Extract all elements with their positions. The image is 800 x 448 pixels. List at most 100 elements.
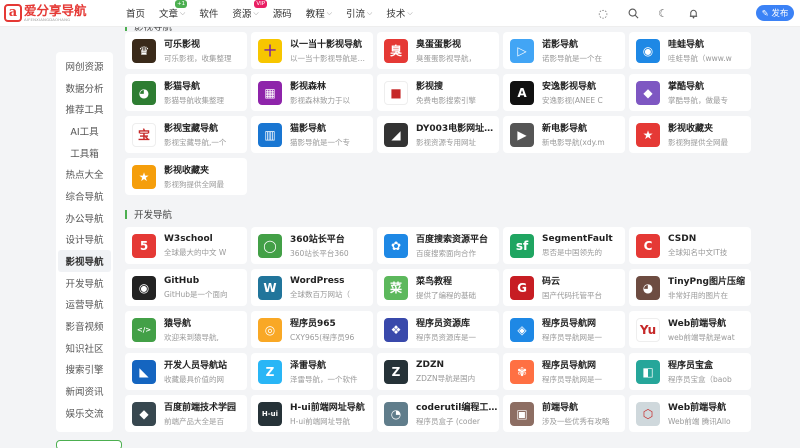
site-logo-icon: ▣ <box>510 401 534 426</box>
nav-item-6[interactable]: 引流 ⌵ <box>346 6 372 21</box>
site-title: W3school <box>164 233 213 244</box>
site-card[interactable]: 臭臭蛋蛋影视 臭蛋蛋影视导航， <box>377 32 499 69</box>
site-description: 360站长平台360 <box>290 249 349 258</box>
site-card[interactable]: A 安逸影视导航 安逸影视(ANEE C <box>503 74 625 111</box>
lightbulb-icon[interactable]: ◌ <box>596 7 610 21</box>
site-card[interactable]: ✿ 百度搜索资源平台 百度搜索面向合作 <box>377 227 499 264</box>
nav-item-7[interactable]: 技术 ⌵ <box>386 6 412 21</box>
site-card[interactable]: 5 W3school 全球最大的中文 W <box>125 227 247 264</box>
nav-item-0[interactable]: 首页 <box>126 6 145 20</box>
site-card[interactable]: ◎ 程序员965 CXY965(程序员96 <box>251 311 373 348</box>
site-card[interactable]: ▥ 猫影导航 猫影导航是一个专 <box>251 116 373 153</box>
sidebar-item-16[interactable]: 娱乐交流 <box>58 402 111 424</box>
site-card[interactable]: ⬡ Web前端导航 Web前端 腾讯Allo <box>629 395 751 432</box>
site-title: Web前端导航 <box>668 403 727 413</box>
sidebar-item-6[interactable]: 综合导航 <box>58 185 111 207</box>
site-card[interactable]: G 码云 国产代码托管平台 <box>503 269 625 306</box>
sidebar-item-14[interactable]: 搜索引擎 <box>58 359 111 381</box>
sidebar-item-10[interactable]: 开发导航 <box>58 272 111 294</box>
sidebar-item-2[interactable]: 推荐工具 <box>58 98 111 120</box>
site-card[interactable]: sf SegmentFault 思否是中国领先的 <box>503 227 625 264</box>
sidebar-item-5[interactable]: 热点大全 <box>58 163 111 185</box>
site-card[interactable]: 宝影视宝藏导航 影视宝藏导航,一个 <box>125 116 247 153</box>
site-card[interactable]: ★ 影视收藏夹 影视狗提供全网最 <box>629 116 751 153</box>
sidebar-item-8[interactable]: 设计导航 <box>58 229 111 251</box>
site-card[interactable]: C CSDN 全球知名中文IT技 <box>629 227 751 264</box>
site-description: 前端产品大全是百 <box>164 417 224 426</box>
site-card[interactable]: </> 猿导航 欢迎来到猿导航, <box>125 311 247 348</box>
site-title: 影视收藏夹 <box>164 166 210 176</box>
site-card[interactable]: ❖ 程序员资源库 程序员资源库是一 <box>377 311 499 348</box>
site-description: 全球最大的中文 W <box>164 247 227 257</box>
site-logo[interactable]: a 爱分享导航 AIFENXIANGDAOHANG <box>4 4 114 22</box>
site-description: 收藏最具价值的网 <box>164 375 224 384</box>
site-card[interactable]: ▷ 诺影导航 诺影导航是一个在 <box>503 32 625 69</box>
site-card[interactable]: W WordPress 全球数百万网站（ <box>251 269 373 306</box>
site-card[interactable]: ◆ 百度前端技术学园 前端产品大全是百 <box>125 395 247 432</box>
site-description: 欢迎来到猿导航, <box>164 333 219 342</box>
site-logo-icon: ◧ <box>636 359 660 384</box>
sidebar-item-1[interactable]: 数据分析 <box>58 77 111 99</box>
site-card[interactable]: ▣ 前端导航 涉及一些优秀有攻略 <box>503 395 625 432</box>
site-card[interactable]: ◉ 哇蛙导航 哇蛙导航（www.w <box>629 32 751 69</box>
site-card[interactable]: Z 泽雷导航 泽雷导航，一个软件 <box>251 353 373 390</box>
sidebar-item-3[interactable]: AI工具 <box>58 120 111 142</box>
site-card[interactable]: 十以一当十影视导航 以一当十影视导航是一个 <box>251 32 373 69</box>
site-title: 影视森林 <box>290 82 327 92</box>
site-card[interactable]: ◕ 影猫导航 影猫导航收集整理 <box>125 74 247 111</box>
dark-mode-icon[interactable]: ☾ <box>656 7 670 21</box>
site-card[interactable]: ◯ 360站长平台 360站长平台360 <box>251 227 373 264</box>
site-card[interactable]: ◣ 开发人员导航站 收藏最具价值的网 <box>125 353 247 390</box>
site-card[interactable]: ◢ DY003电影网址… 影视资源专用网址 <box>377 116 499 153</box>
site-title: 前端导航 <box>542 403 579 413</box>
site-card[interactable]: ▶ 新电影导航 新电影导航(xdy.m <box>503 116 625 153</box>
sidebar-item-15[interactable]: 新闻资讯 <box>58 380 111 402</box>
sidebar-item-11[interactable]: 运营导航 <box>58 294 111 316</box>
site-logo-icon: Z <box>258 359 282 384</box>
site-card[interactable]: ◕ TinyPng图片压缩 非常好用的图片在 <box>629 269 751 306</box>
site-description: 掌酷导航，做最专 <box>668 96 728 105</box>
nav-item-4[interactable]: 源码 <box>273 6 292 20</box>
site-description: 影视狗提供全网最 <box>668 138 728 147</box>
sidebar-item-0[interactable]: 网创资源 <box>58 55 111 77</box>
sidebar-item-4[interactable]: 工具箱 <box>58 142 111 164</box>
nav-badge: VIP <box>254 0 268 8</box>
site-card[interactable]: Yu Web前端导航 web前端导航是wat <box>629 311 751 348</box>
section-title-dev: 开发导航 <box>125 206 765 222</box>
site-card[interactable]: ◈ 程序员导航网 程序员导航网是一 <box>503 311 625 348</box>
sidebar-item-12[interactable]: 影音视频 <box>58 315 111 337</box>
site-card[interactable]: ◔ coderutil编程工… 程序员盒子 (coder <box>377 395 499 432</box>
nav-item-3[interactable]: 资源 VIP ⌵ <box>232 0 268 20</box>
search-icon[interactable] <box>626 7 640 21</box>
bottom-button[interactable] <box>56 440 122 448</box>
sidebar-item-13[interactable]: 知识社区 <box>58 337 111 359</box>
nav-item-1[interactable]: 文章 +1 ⌵ <box>159 0 188 20</box>
site-card[interactable]: H-ui H-ui前端网址导航 H-ui前端网址导航 <box>251 395 373 432</box>
site-card[interactable]: ◆ 掌酷导航 掌酷导航，做最专 <box>629 74 751 111</box>
site-description: 提供了编程的基础 <box>416 291 476 300</box>
site-card[interactable]: 菜菜鸟教程 提供了编程的基础 <box>377 269 499 306</box>
site-logo-icon: ★ <box>636 122 660 147</box>
site-card[interactable]: ▦ 影视森林 影视森林致力于以 <box>251 74 373 111</box>
sidebar-item-9[interactable]: 影视导航 <box>58 250 111 272</box>
site-description: 安逸影视(ANEE C <box>542 96 603 105</box>
site-card[interactable]: ✾ 程序员导航网 程序员导航网是一 <box>503 353 625 390</box>
site-card[interactable]: ♛ 可乐影视 可乐影视，收集整理 <box>125 32 247 69</box>
publish-button[interactable]: ✎ 发布 <box>756 5 794 21</box>
sidebar-item-7[interactable]: 办公导航 <box>58 207 111 229</box>
site-title: coderutil编程工… <box>416 403 498 413</box>
site-description: GitHub是一个面向 <box>164 289 228 299</box>
nav-item-2[interactable]: 软件 <box>199 6 218 20</box>
site-card[interactable]: ■ 影视搜 免费电影搜索引擎 <box>377 74 499 111</box>
site-card[interactable]: ◉ GitHub GitHub是一个面向 <box>125 269 247 306</box>
site-card[interactable]: ★ 影视收藏夹 影视狗提供全网最 <box>125 158 247 195</box>
chevron-down-icon: ⌵ <box>253 8 259 17</box>
bell-icon[interactable] <box>686 7 700 21</box>
nav-item-5[interactable]: 教程 ⌵ <box>306 6 332 21</box>
site-description: 影视森林致力于以 <box>290 96 350 105</box>
nav-badge: +1 <box>175 0 188 8</box>
site-title: 猿导航 <box>164 319 192 329</box>
site-card[interactable]: ◧ 程序员宝盒 程序员宝盒（baob <box>629 353 751 390</box>
site-card[interactable]: Z ZDZN ZDZN导航是国内 <box>377 353 499 390</box>
site-title: 码云 <box>542 277 561 287</box>
